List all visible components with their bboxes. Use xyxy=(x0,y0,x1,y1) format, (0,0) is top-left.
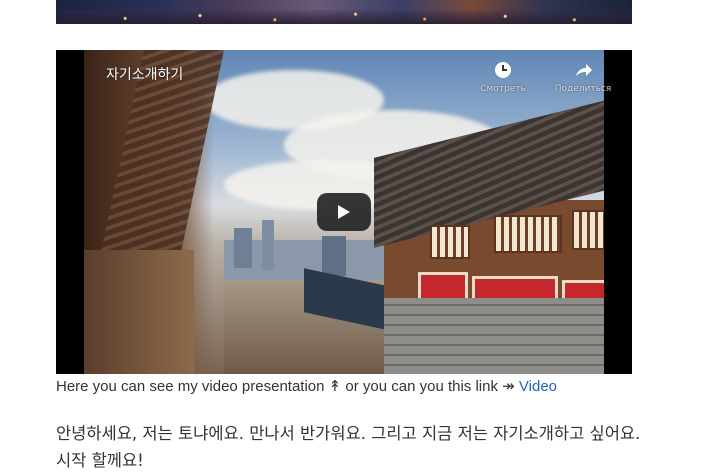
watch-later-label: Смотреть xyxy=(480,84,526,94)
video-title[interactable]: 자기소개하기 xyxy=(106,64,183,84)
caption-text-1: Here you can see my video presentation xyxy=(56,378,325,395)
stone-wall xyxy=(384,298,604,374)
arrow-up-icon: ↟ xyxy=(328,378,342,395)
arrow-right-icon: ↠ xyxy=(502,378,515,395)
video-caption: Here you can see my video presentation ↟… xyxy=(56,377,557,395)
play-button[interactable] xyxy=(317,193,371,231)
share-button[interactable]: Поделиться xyxy=(543,60,623,94)
share-label: Поделиться xyxy=(554,84,612,94)
clock-icon xyxy=(495,62,511,78)
watch-later-button[interactable]: Смотреть xyxy=(463,60,543,94)
intro-paragraph: 안녕하세요, 저는 토냐에요. 만나서 반가워요. 그리고 지금 저는 자기소개… xyxy=(56,424,641,470)
city-lights xyxy=(56,10,632,24)
caption-text-2: or you can you this link xyxy=(345,378,498,395)
header-city-image xyxy=(56,0,632,24)
play-icon xyxy=(338,205,350,219)
video-link[interactable]: Video xyxy=(519,378,557,395)
video-embed[interactable]: 자기소개하기 Смотреть Поделиться xyxy=(56,50,632,374)
share-icon xyxy=(576,64,592,76)
